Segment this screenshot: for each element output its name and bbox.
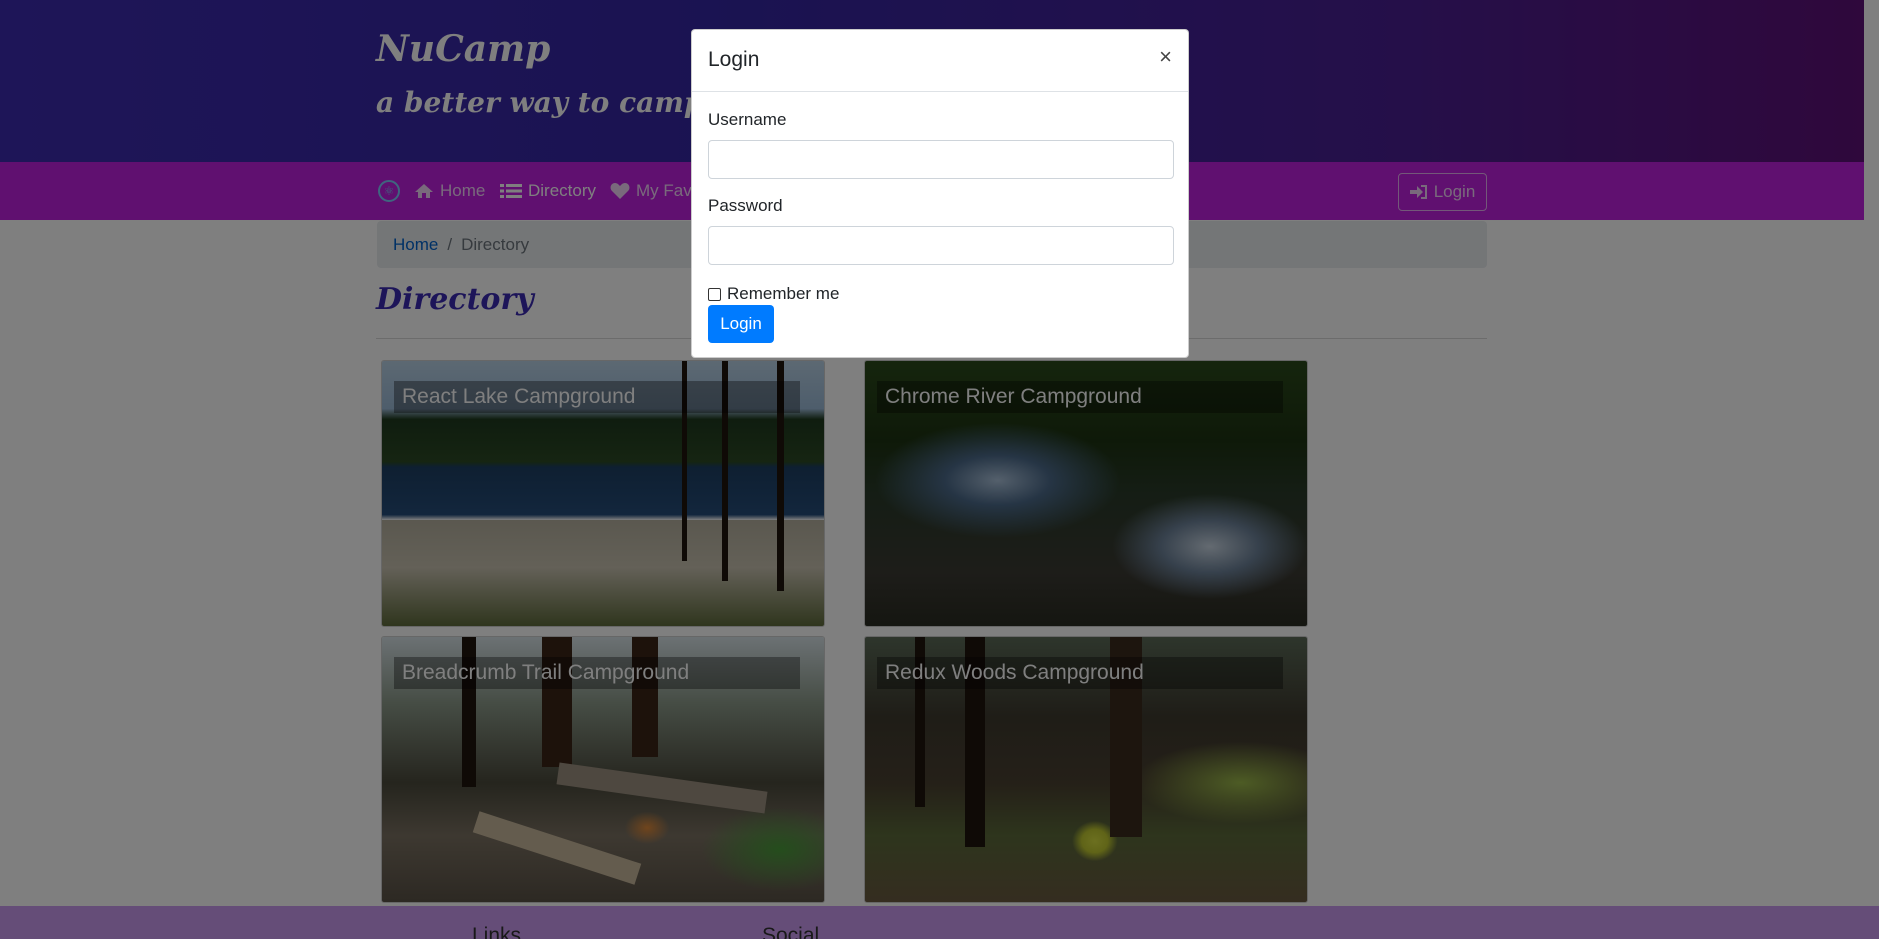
login-modal: Login × Username Password Remember me Lo…	[691, 29, 1189, 358]
remember-me[interactable]: Remember me	[708, 284, 839, 304]
remember-me-label: Remember me	[727, 284, 840, 303]
username-input[interactable]	[708, 140, 1174, 179]
modal-title: Login	[708, 48, 760, 71]
close-icon[interactable]: ×	[1159, 46, 1172, 68]
login-submit-button[interactable]: Login	[708, 305, 774, 343]
password-input[interactable]	[708, 226, 1174, 265]
remember-me-checkbox[interactable]	[708, 287, 721, 301]
modal-header: Login ×	[692, 30, 1188, 92]
password-label: Password	[708, 196, 783, 215]
username-label: Username	[708, 110, 787, 129]
